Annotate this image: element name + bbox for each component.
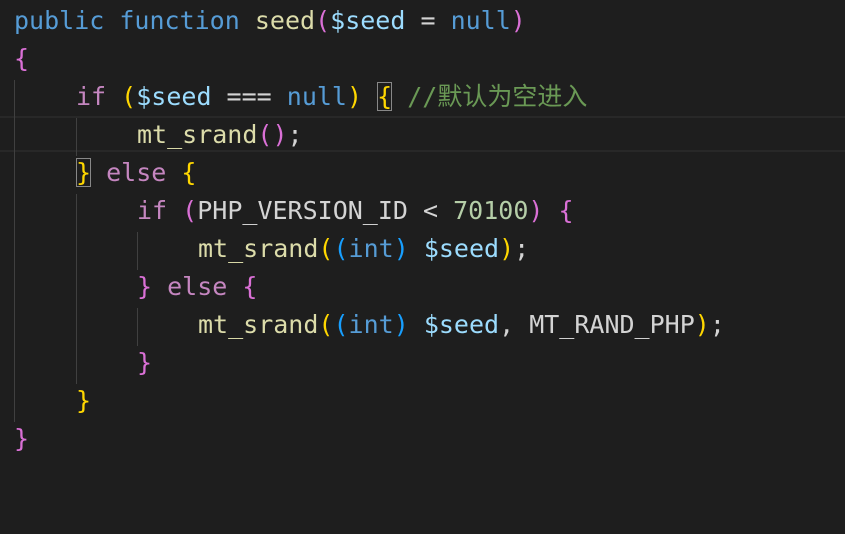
operator: =	[405, 6, 451, 35]
bracket-close: )	[528, 196, 544, 225]
bracket-open: (	[182, 196, 198, 225]
separator: ,	[499, 310, 530, 339]
variable: $seed	[423, 310, 500, 339]
type-cast: int	[348, 234, 394, 263]
semicolon: ;	[709, 310, 725, 339]
brace-close: }	[76, 386, 92, 415]
cast-bracket-open: (	[333, 234, 349, 263]
bracket-close: )	[694, 310, 710, 339]
cast-bracket-close: )	[393, 310, 409, 339]
code-line-6[interactable]: if (PHP_VERSION_ID < 70100) {	[0, 192, 845, 230]
function-call: mt_srand	[198, 234, 319, 263]
function-call: mt_srand	[198, 310, 319, 339]
brace-close: }	[137, 348, 153, 377]
number-literal: 70100	[453, 196, 529, 225]
code-line-1[interactable]: public function seed($seed = null)	[0, 2, 845, 40]
code-line-9[interactable]: mt_srand((int) $seed, MT_RAND_PHP);	[0, 306, 845, 344]
function-call: mt_srand	[137, 120, 258, 149]
code-line-5[interactable]: } else {	[0, 154, 845, 192]
variable: $seed	[423, 234, 500, 263]
cast-bracket-open: (	[333, 310, 349, 339]
bracket-open: (	[318, 310, 334, 339]
semicolon: ;	[287, 120, 303, 149]
keyword-if: if	[76, 82, 107, 111]
semicolon: ;	[514, 234, 530, 263]
code-editor[interactable]: public function seed($seed = null) { if …	[0, 0, 845, 475]
bracket-close: )	[499, 234, 515, 263]
keyword-else: else	[167, 272, 228, 301]
bracket-close: )	[346, 82, 363, 111]
code-line-10[interactable]: }	[0, 344, 845, 382]
constant: PHP_VERSION_ID	[197, 196, 408, 225]
operator: ===	[211, 82, 287, 111]
cast-bracket-close: )	[393, 234, 409, 263]
code-comment: //默认为空进入	[407, 82, 588, 111]
brace-close: }	[137, 272, 153, 301]
brace-close-matched: }	[76, 158, 92, 187]
brace-close: }	[14, 424, 30, 453]
code-line-11[interactable]: }	[0, 382, 845, 420]
code-line-4[interactable]: mt_srand();	[0, 116, 845, 154]
operator: <	[407, 196, 454, 225]
brace-open: {	[558, 196, 574, 225]
brace-open: {	[242, 272, 258, 301]
parameter: $seed	[330, 6, 406, 35]
keyword-if: if	[137, 196, 168, 225]
bracket-open: (	[315, 6, 331, 35]
code-line-8[interactable]: } else {	[0, 268, 845, 306]
bracket-open: (	[121, 82, 137, 111]
type-cast: int	[348, 310, 394, 339]
bracket-close: )	[510, 6, 526, 35]
code-line-7[interactable]: mt_srand((int) $seed);	[0, 230, 845, 268]
function-name: seed	[254, 6, 316, 35]
keyword-function: function	[119, 6, 240, 35]
brace-open-matched: {	[377, 82, 393, 111]
code-line-3[interactable]: if ($seed === null) { //默认为空进入	[0, 78, 845, 116]
brace-open: {	[181, 158, 197, 187]
constant: MT_RAND_PHP	[529, 310, 695, 339]
bracket-open: (	[318, 234, 334, 263]
keyword-null: null	[286, 82, 347, 111]
keyword-else: else	[106, 158, 167, 187]
keyword-null: null	[450, 6, 511, 35]
brace-open: {	[14, 44, 30, 73]
keyword-public: public	[14, 6, 105, 35]
variable: $seed	[136, 82, 212, 111]
bracket-pair: ()	[257, 120, 288, 149]
code-line-2[interactable]: {	[0, 40, 845, 78]
code-line-12[interactable]: }	[0, 420, 845, 458]
